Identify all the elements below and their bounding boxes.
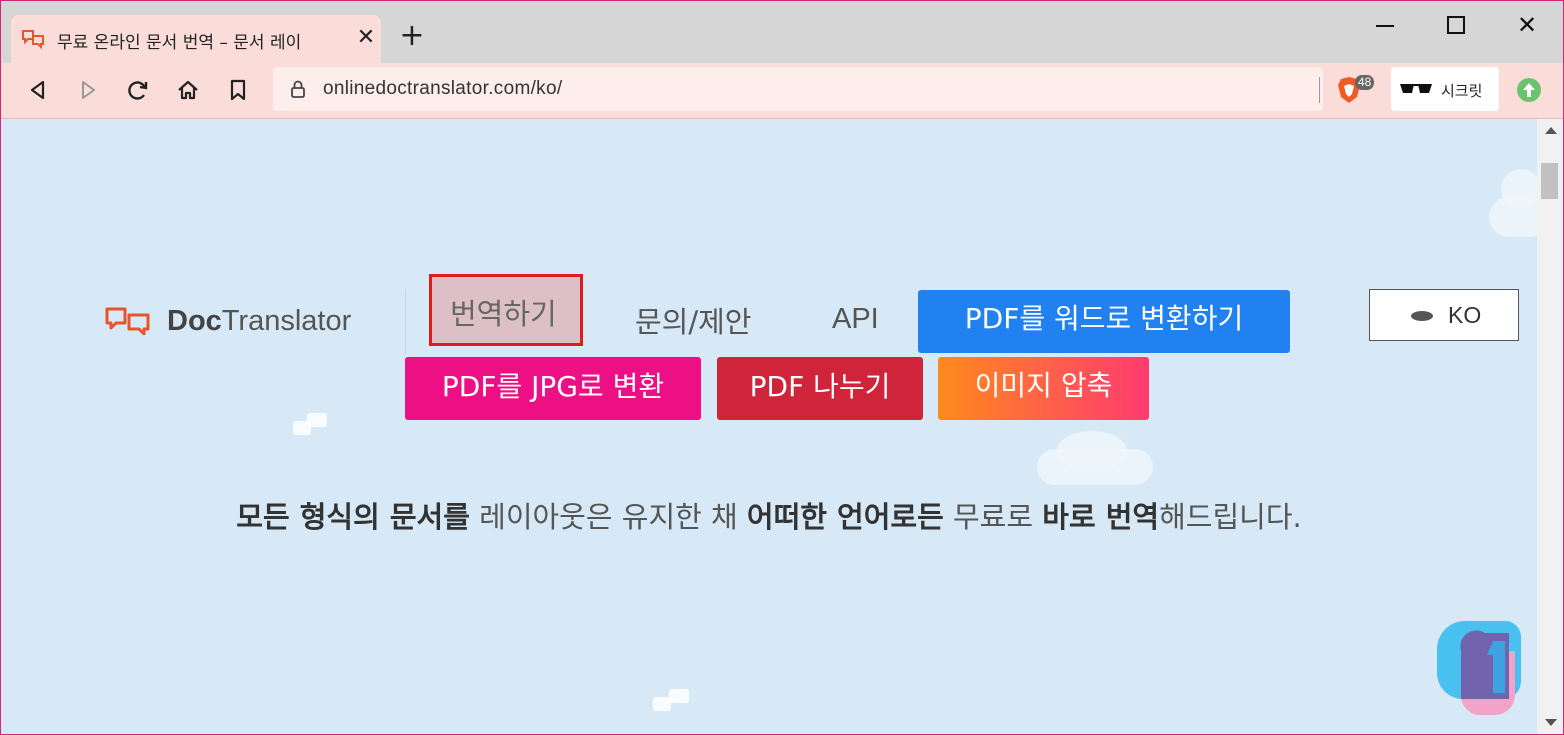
tagline-part: 해드립니다. bbox=[1159, 500, 1302, 534]
sunglasses-icon bbox=[1400, 84, 1432, 93]
nav-contact-link[interactable]: 문의/제안 bbox=[635, 299, 752, 341]
doctranslator-favicon-icon bbox=[22, 30, 44, 50]
tagline-part: 레이아웃은 유지한 채 bbox=[469, 500, 747, 534]
hero-tagline: 모든 형식의 문서를 레이아웃은 유지한 채 어떠한 언어로든 무료로 바로 번… bbox=[1, 494, 1537, 536]
site-logo[interactable]: DocTranslator bbox=[105, 301, 385, 341]
browser-tab[interactable]: 무료 온라인 문서 번역 – 문서 레이 ✕ bbox=[11, 15, 381, 63]
nav-divider bbox=[405, 289, 406, 355]
home-icon[interactable] bbox=[173, 75, 203, 105]
language-selector[interactable]: KO bbox=[1369, 289, 1519, 341]
compress-image-button[interactable]: 이미지 압축 bbox=[938, 357, 1149, 420]
window-close-button[interactable]: ✕ bbox=[1509, 11, 1545, 39]
pdf-to-jpg-button[interactable]: PDF를 JPG로 변환 bbox=[405, 357, 701, 420]
browser-toolbar: onlinedoctranslator.com/ko/ 48 시크릿 bbox=[1, 63, 1563, 119]
new-tab-button[interactable]: + bbox=[397, 21, 427, 51]
toolbar-divider bbox=[1319, 77, 1320, 103]
minimize-icon bbox=[1376, 25, 1394, 27]
scroll-thumb[interactable] bbox=[1541, 163, 1558, 199]
back-icon[interactable] bbox=[23, 75, 53, 105]
language-label: KO bbox=[1448, 302, 1482, 328]
cloud-decoration bbox=[1501, 169, 1537, 209]
vertical-scrollbar[interactable] bbox=[1537, 119, 1563, 734]
maximize-button[interactable] bbox=[1437, 11, 1473, 39]
speech-bubble-icon bbox=[1411, 311, 1433, 321]
url-text: onlinedoctranslator.com/ko/ bbox=[323, 78, 563, 99]
chat-bubble-decoration bbox=[669, 689, 689, 703]
tagline-part: 바로 번역 bbox=[1042, 500, 1160, 534]
logo-bold: Doc bbox=[167, 305, 222, 337]
minimize-button[interactable] bbox=[1367, 11, 1403, 39]
logo-wordmark: DocTranslator bbox=[167, 305, 351, 338]
tagline-part: 모든 형식의 문서를 bbox=[236, 500, 470, 534]
page-content: DocTranslator 번역하기 문의/제안 API PDF를 워드로 변환… bbox=[1, 119, 1537, 734]
maximize-icon bbox=[1447, 16, 1465, 34]
brave-shields-button[interactable]: 48 bbox=[1337, 73, 1377, 107]
brave-badge-count: 48 bbox=[1355, 75, 1375, 90]
bookmark-icon[interactable] bbox=[223, 75, 253, 105]
scroll-down-icon[interactable] bbox=[1545, 719, 1557, 726]
update-button[interactable] bbox=[1517, 78, 1541, 102]
chat-bubble-decoration bbox=[307, 413, 327, 427]
pdf-to-word-button[interactable]: PDF를 워드로 변환하기 bbox=[918, 290, 1290, 353]
incognito-indicator[interactable]: 시크릿 bbox=[1391, 67, 1499, 111]
logo-rest: Translator bbox=[221, 305, 352, 337]
forward-icon[interactable] bbox=[73, 75, 103, 105]
doctranslator-logo-icon bbox=[105, 307, 150, 335]
tagline-part: 어떠한 언어로든 bbox=[746, 500, 944, 534]
lock-icon bbox=[291, 80, 305, 98]
arrow-up-icon bbox=[1523, 83, 1535, 97]
browser-window: 무료 온라인 문서 번역 – 문서 레이 ✕ + ✕ onlinedoctran… bbox=[0, 0, 1564, 735]
nav-translate-link[interactable]: 번역하기 bbox=[429, 274, 583, 346]
tab-strip: 무료 온라인 문서 번역 – 문서 레이 ✕ + ✕ bbox=[1, 1, 1563, 63]
address-bar[interactable]: onlinedoctranslator.com/ko/ bbox=[273, 67, 1323, 111]
tab-title: 무료 온라인 문서 번역 – 문서 레이 bbox=[57, 33, 302, 53]
reload-icon[interactable] bbox=[123, 75, 153, 105]
tagline-part: 무료로 bbox=[943, 500, 1043, 534]
cloud-decoration bbox=[1057, 431, 1127, 471]
scroll-up-icon[interactable] bbox=[1545, 127, 1557, 134]
tab-close-icon[interactable]: ✕ bbox=[353, 25, 379, 51]
split-pdf-button[interactable]: PDF 나누기 bbox=[717, 357, 923, 420]
nav-translate-label: 번역하기 bbox=[450, 297, 557, 331]
incognito-label: 시크릿 bbox=[1441, 82, 1483, 100]
nav-api-link[interactable]: API bbox=[832, 303, 879, 336]
corner-brand-logo bbox=[1437, 621, 1521, 715]
